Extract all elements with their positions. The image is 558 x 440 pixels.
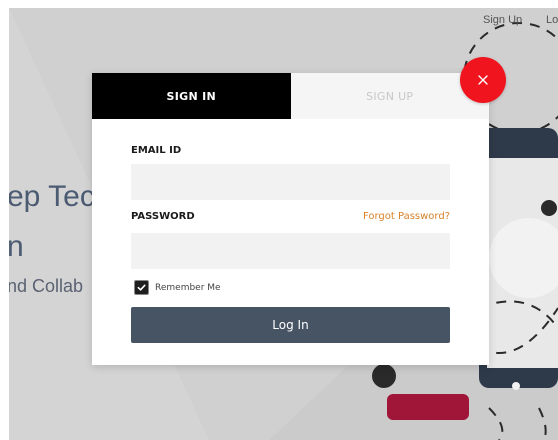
tab-sign-in[interactable]: SIGN IN	[92, 73, 291, 119]
background-login-link[interactable]: Lo	[546, 14, 558, 26]
close-modal-button[interactable]	[460, 57, 506, 103]
background-hero-line-1: ep Tec	[9, 180, 95, 213]
close-icon	[478, 75, 488, 85]
password-label: PASSWORD	[131, 211, 195, 222]
remember-me-checkbox[interactable]	[134, 280, 149, 295]
password-field[interactable]	[131, 233, 450, 269]
background-hero-line-2: n	[9, 230, 24, 263]
background-hero-line-3: nd Collab	[9, 276, 84, 296]
checkmark-icon	[137, 284, 146, 291]
login-modal: SIGN IN SIGN UP EMAIL ID PASSWORD Forgot…	[92, 73, 489, 365]
password-label-row: PASSWORD Forgot Password?	[131, 211, 450, 222]
email-field[interactable]	[131, 164, 450, 200]
remember-me-row[interactable]: Remember Me	[134, 280, 221, 295]
forgot-password-link[interactable]: Forgot Password?	[363, 211, 450, 222]
email-label: EMAIL ID	[131, 145, 182, 156]
auth-tabs: SIGN IN SIGN UP	[92, 73, 489, 119]
background-signup-link[interactable]: Sign Up	[483, 14, 522, 26]
background-topbar	[9, 8, 558, 38]
email-label-row: EMAIL ID	[131, 145, 450, 156]
remember-me-label: Remember Me	[155, 282, 221, 293]
log-in-button[interactable]: Log In	[131, 307, 450, 343]
